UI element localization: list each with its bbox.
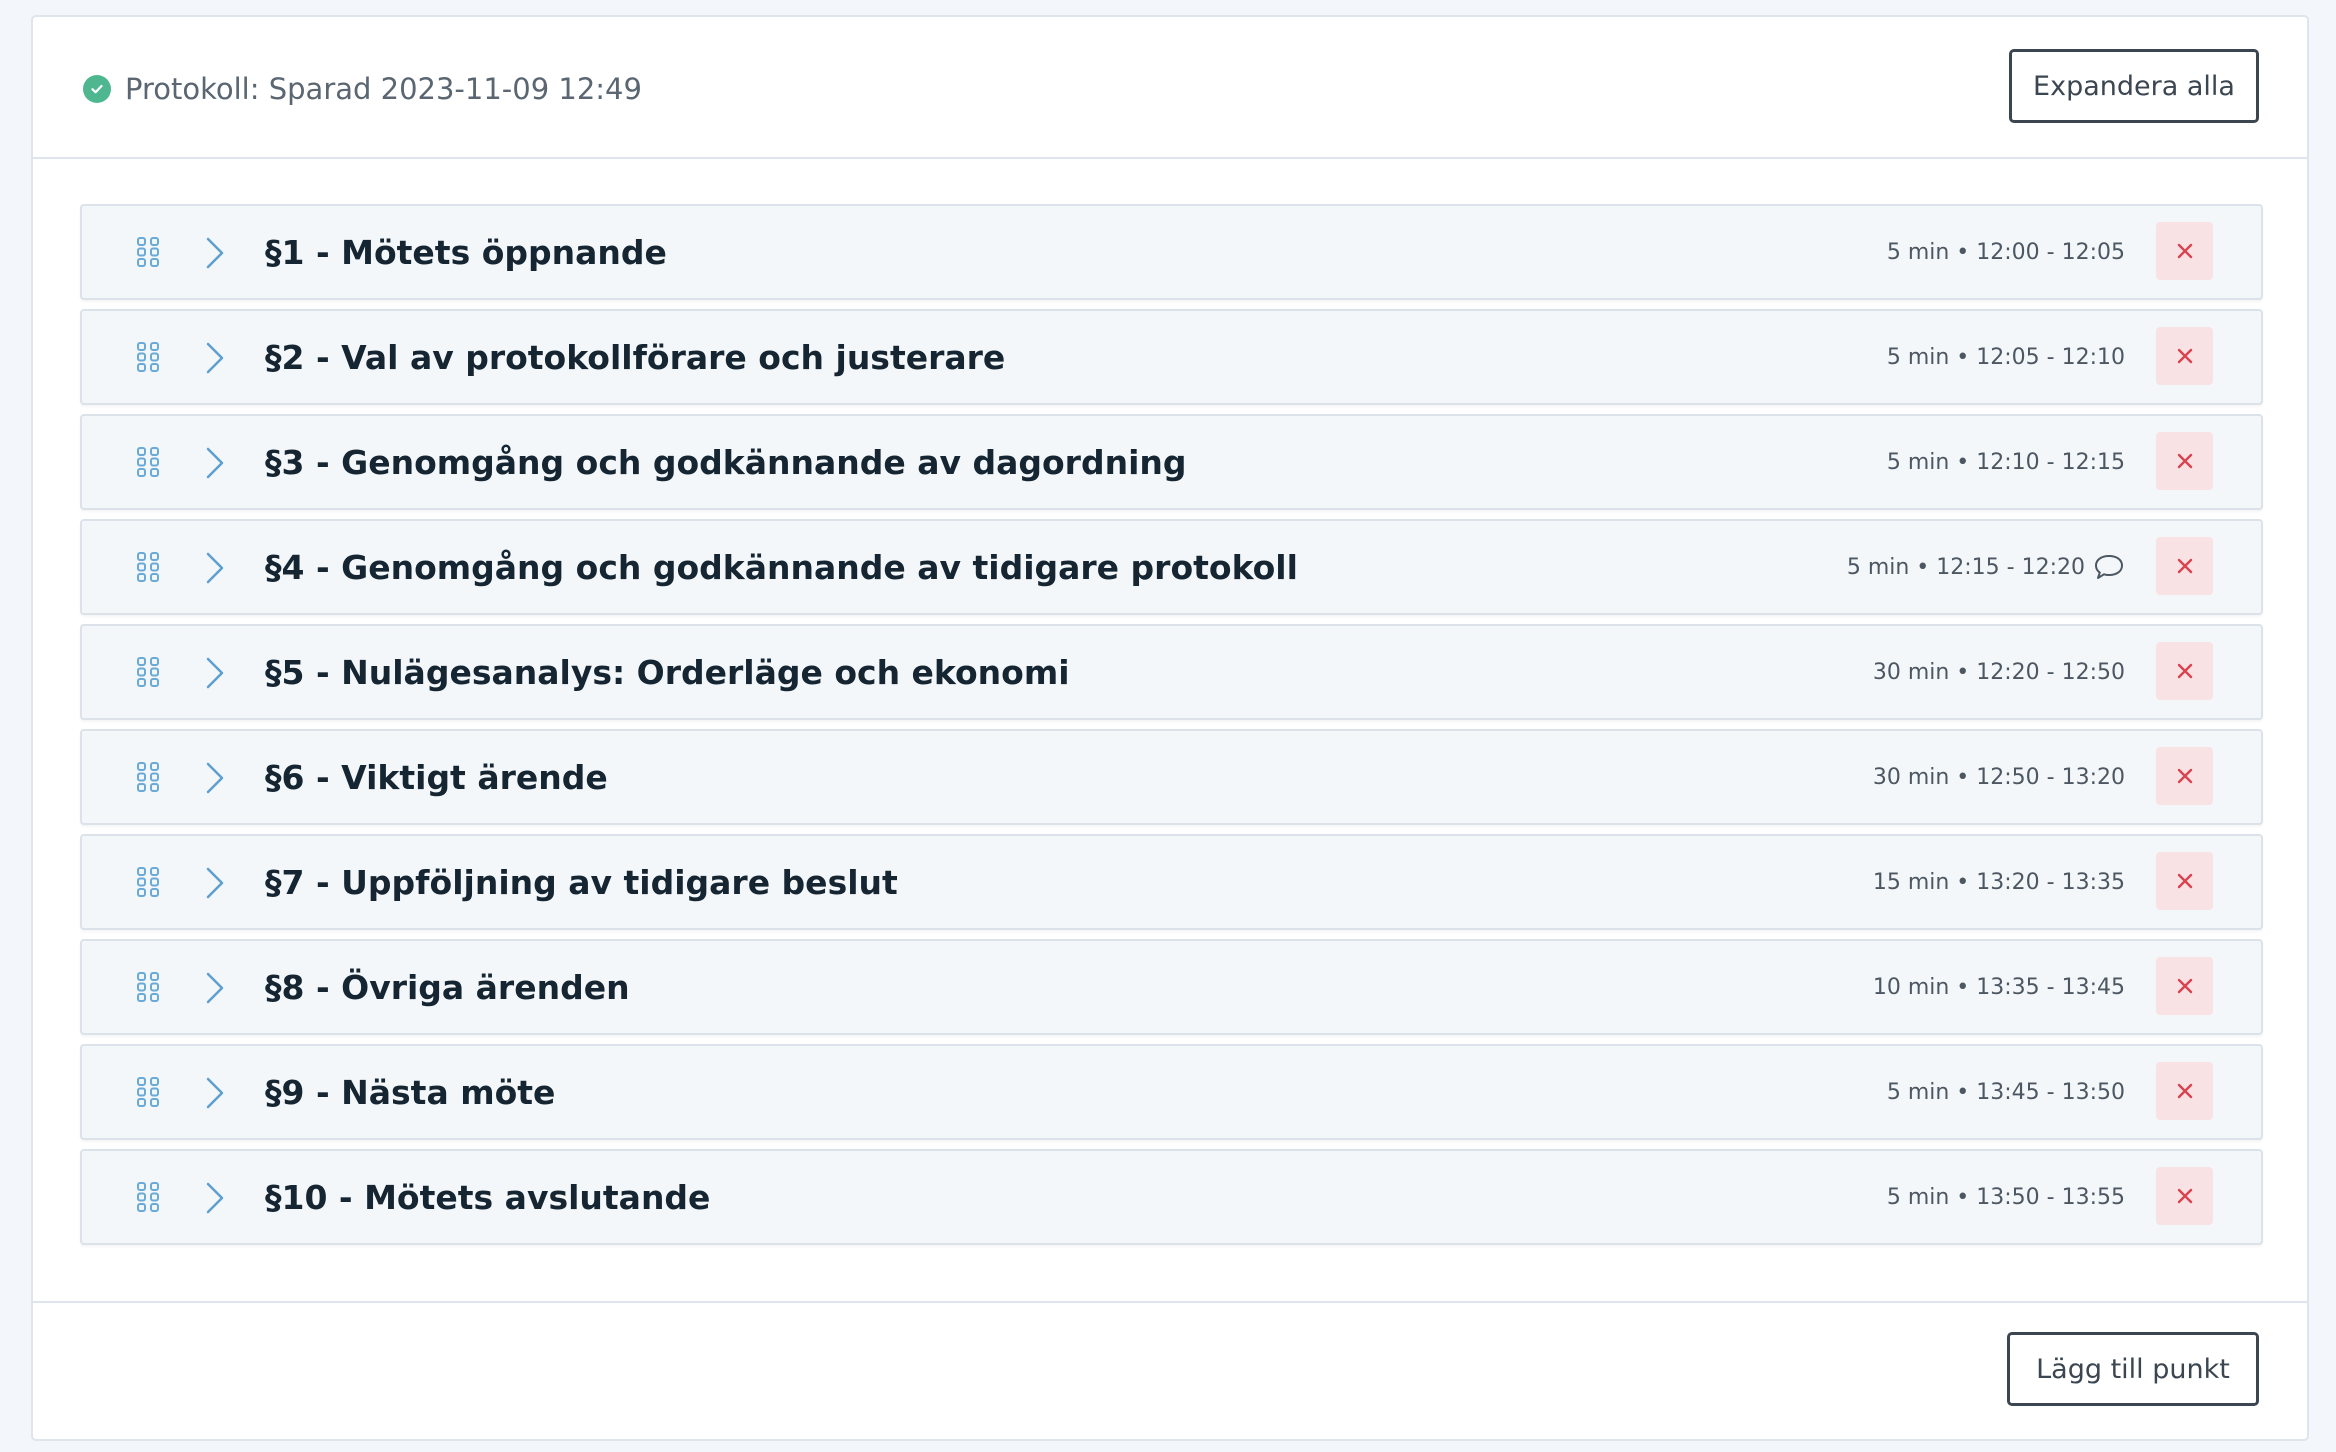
agenda-item-time: 5 min • 12:05 - 12:10 bbox=[1886, 344, 2125, 370]
drag-handle-icon[interactable] bbox=[136, 866, 160, 898]
check-circle-icon bbox=[83, 75, 111, 103]
agenda-item-duration: 30 min • 12:20 - 12:50 bbox=[1873, 626, 2125, 718]
remove-item-button[interactable] bbox=[2156, 957, 2213, 1015]
agenda-item: §8 - Övriga ärenden 10 min • 13:35 - 13:… bbox=[80, 939, 2263, 1035]
agenda-item: §7 - Uppföljning av tidigare beslut 15 m… bbox=[80, 834, 2263, 930]
agenda-item-title: §8 - Övriga ärenden bbox=[265, 967, 630, 1007]
agenda-item-title: §5 - Nulägesanalys: Orderläge och ekonom… bbox=[265, 652, 1070, 692]
chevron-right-icon[interactable] bbox=[204, 656, 226, 690]
agenda-item-title: §2 - Val av protokollförare och justerar… bbox=[265, 337, 1006, 377]
agenda-item-time: 5 min • 12:15 - 12:20 bbox=[1846, 554, 2085, 580]
drag-handle-icon[interactable] bbox=[136, 341, 160, 373]
agenda-item-time: 5 min • 13:50 - 13:55 bbox=[1886, 1184, 2125, 1210]
save-status: Protokoll: Sparad 2023-11-09 12:49 bbox=[83, 69, 642, 109]
agenda-item: §1 - Mötets öppnande 5 min • 12:00 - 12:… bbox=[80, 204, 2263, 300]
remove-item-button[interactable] bbox=[2156, 222, 2213, 280]
drag-handle-icon[interactable] bbox=[136, 551, 160, 583]
agenda-item-duration: 5 min • 12:00 - 12:05 bbox=[1887, 206, 2125, 298]
drag-handle-icon[interactable] bbox=[136, 1181, 160, 1213]
agenda-list: §1 - Mötets öppnande 5 min • 12:00 - 12:… bbox=[80, 204, 2263, 1254]
close-icon bbox=[2177, 873, 2192, 889]
close-icon bbox=[2177, 1188, 2192, 1204]
agenda-item-duration: 15 min • 13:20 - 13:35 bbox=[1873, 836, 2125, 928]
close-icon bbox=[2177, 1083, 2192, 1099]
agenda-item: §10 - Mötets avslutande 5 min • 13:50 - … bbox=[80, 1149, 2263, 1245]
agenda-item: §5 - Nulägesanalys: Orderläge och ekonom… bbox=[80, 624, 2263, 720]
remove-item-button[interactable] bbox=[2156, 1062, 2213, 1120]
remove-item-button[interactable] bbox=[2156, 852, 2213, 910]
agenda-header: Protokoll: Sparad 2023-11-09 12:49 Expan… bbox=[33, 17, 2307, 159]
drag-handle-icon[interactable] bbox=[136, 236, 160, 268]
agenda-item-title: §9 - Nästa möte bbox=[265, 1072, 556, 1112]
remove-item-button[interactable] bbox=[2156, 327, 2213, 385]
agenda-item-title: §1 - Mötets öppnande bbox=[265, 232, 667, 272]
close-icon bbox=[2177, 768, 2192, 784]
close-icon bbox=[2177, 978, 2192, 994]
agenda-item-title: §6 - Viktigt ärende bbox=[265, 757, 608, 797]
expand-all-button[interactable]: Expandera alla bbox=[2009, 49, 2259, 123]
close-icon bbox=[2177, 243, 2192, 259]
close-icon bbox=[2177, 453, 2192, 469]
chevron-right-icon[interactable] bbox=[204, 761, 226, 795]
drag-handle-icon[interactable] bbox=[136, 446, 160, 478]
agenda-item-duration: 5 min • 12:15 - 12:20 bbox=[1847, 521, 2125, 613]
remove-item-button[interactable] bbox=[2156, 537, 2213, 595]
chevron-right-icon[interactable] bbox=[204, 1181, 226, 1215]
agenda-item: §4 - Genomgång och godkännande av tidiga… bbox=[80, 519, 2263, 615]
chevron-right-icon[interactable] bbox=[204, 971, 226, 1005]
drag-handle-icon[interactable] bbox=[136, 656, 160, 688]
add-item-button[interactable]: Lägg till punkt bbox=[2007, 1332, 2259, 1406]
remove-item-button[interactable] bbox=[2156, 642, 2213, 700]
agenda-item-duration: 30 min • 12:50 - 13:20 bbox=[1873, 731, 2125, 823]
agenda-item-time: 15 min • 13:20 - 13:35 bbox=[1872, 869, 2125, 895]
agenda-item-duration: 5 min • 12:10 - 12:15 bbox=[1887, 416, 2125, 508]
agenda-item: §9 - Nästa möte 5 min • 13:45 - 13:50 bbox=[80, 1044, 2263, 1140]
chevron-right-icon[interactable] bbox=[204, 446, 226, 480]
agenda-item: §2 - Val av protokollförare och justerar… bbox=[80, 309, 2263, 405]
remove-item-button[interactable] bbox=[2156, 432, 2213, 490]
footer-divider bbox=[33, 1301, 2307, 1303]
agenda-item-duration: 5 min • 13:50 - 13:55 bbox=[1887, 1151, 2125, 1243]
agenda-item-time: 10 min • 13:35 - 13:45 bbox=[1872, 974, 2125, 1000]
remove-item-button[interactable] bbox=[2156, 747, 2213, 805]
agenda-item: §3 - Genomgång och godkännande av dagord… bbox=[80, 414, 2263, 510]
remove-item-button[interactable] bbox=[2156, 1167, 2213, 1225]
agenda-item-title: §10 - Mötets avslutande bbox=[265, 1177, 711, 1217]
chevron-right-icon[interactable] bbox=[204, 236, 226, 270]
drag-handle-icon[interactable] bbox=[136, 971, 160, 1003]
agenda-item-title: §4 - Genomgång och godkännande av tidiga… bbox=[265, 547, 1298, 587]
agenda-item-duration: 5 min • 13:45 - 13:50 bbox=[1887, 1046, 2125, 1138]
agenda-item-time: 30 min • 12:50 - 13:20 bbox=[1872, 764, 2125, 790]
agenda-item-time: 30 min • 12:20 - 12:50 bbox=[1872, 659, 2125, 685]
agenda-item-time: 5 min • 12:10 - 12:15 bbox=[1886, 449, 2125, 475]
agenda-item-time: 5 min • 13:45 - 13:50 bbox=[1886, 1079, 2125, 1105]
comment-icon[interactable] bbox=[2093, 553, 2125, 581]
close-icon bbox=[2177, 348, 2192, 364]
agenda-item-duration: 5 min • 12:05 - 12:10 bbox=[1887, 311, 2125, 403]
drag-handle-icon[interactable] bbox=[136, 1076, 160, 1108]
chevron-right-icon[interactable] bbox=[204, 551, 226, 585]
agenda-item-duration: 10 min • 13:35 - 13:45 bbox=[1873, 941, 2125, 1033]
agenda-item-title: §3 - Genomgång och godkännande av dagord… bbox=[265, 442, 1187, 482]
save-status-text: Protokoll: Sparad 2023-11-09 12:49 bbox=[125, 72, 642, 106]
agenda-item-time: 5 min • 12:00 - 12:05 bbox=[1886, 239, 2125, 265]
close-icon bbox=[2177, 558, 2192, 574]
close-icon bbox=[2177, 663, 2192, 679]
agenda-card: Protokoll: Sparad 2023-11-09 12:49 Expan… bbox=[31, 15, 2309, 1441]
agenda-item-title: §7 - Uppföljning av tidigare beslut bbox=[265, 862, 898, 902]
chevron-right-icon[interactable] bbox=[204, 1076, 226, 1110]
chevron-right-icon[interactable] bbox=[204, 341, 226, 375]
drag-handle-icon[interactable] bbox=[136, 761, 160, 793]
chevron-right-icon[interactable] bbox=[204, 866, 226, 900]
agenda-item: §6 - Viktigt ärende 30 min • 12:50 - 13:… bbox=[80, 729, 2263, 825]
